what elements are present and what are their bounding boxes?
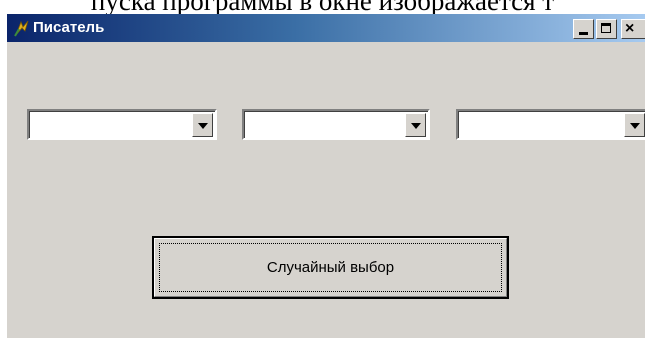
minimize-icon: [579, 32, 588, 35]
combo-box-2-arrow-button[interactable]: [405, 113, 426, 137]
combo-box-2[interactable]: [242, 109, 430, 140]
minimize-button[interactable]: [573, 19, 594, 39]
close-icon: ×: [625, 20, 635, 37]
maximize-button[interactable]: [596, 19, 617, 39]
combo-box-3[interactable]: [456, 109, 645, 140]
maximize-icon: [601, 23, 611, 33]
random-choice-button[interactable]: Случайный выбор: [152, 236, 509, 299]
app-window: Писатель × Случайный выбор: [7, 14, 645, 338]
combo-box-1[interactable]: [27, 109, 217, 140]
title-bar[interactable]: Писатель ×: [7, 14, 645, 42]
dropdown-arrow-icon: [198, 123, 208, 129]
combo-box-1-arrow-button[interactable]: [192, 113, 213, 137]
close-button[interactable]: ×: [621, 19, 645, 39]
dropdown-arrow-icon: [630, 123, 640, 129]
combo-box-3-arrow-button[interactable]: [624, 113, 645, 137]
random-choice-button-label: Случайный выбор: [266, 259, 395, 276]
dropdown-arrow-icon: [411, 123, 421, 129]
window-title: Писатель: [33, 19, 105, 36]
app-icon: [14, 20, 29, 37]
